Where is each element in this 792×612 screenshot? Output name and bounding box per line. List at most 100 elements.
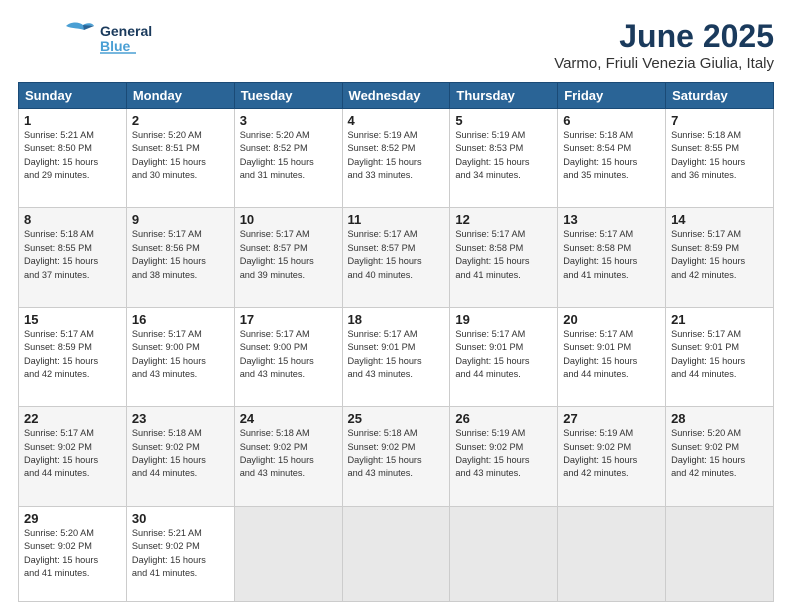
calendar-cell: 12Sunrise: 5:17 AM Sunset: 8:58 PM Dayli… <box>450 208 558 307</box>
calendar-week-row: 1Sunrise: 5:21 AM Sunset: 8:50 PM Daylig… <box>19 109 774 208</box>
day-info: Sunrise: 5:17 AM Sunset: 8:57 PM Dayligh… <box>348 228 445 281</box>
day-info: Sunrise: 5:17 AM Sunset: 8:56 PM Dayligh… <box>132 228 229 281</box>
calendar-cell: 27Sunrise: 5:19 AM Sunset: 9:02 PM Dayli… <box>558 407 666 506</box>
day-number: 17 <box>240 312 337 327</box>
calendar-cell: 13Sunrise: 5:17 AM Sunset: 8:58 PM Dayli… <box>558 208 666 307</box>
calendar-cell <box>342 506 450 601</box>
calendar-cell: 5Sunrise: 5:19 AM Sunset: 8:53 PM Daylig… <box>450 109 558 208</box>
day-number: 27 <box>563 411 660 426</box>
calendar-cell: 22Sunrise: 5:17 AM Sunset: 9:02 PM Dayli… <box>19 407 127 506</box>
calendar-cell: 18Sunrise: 5:17 AM Sunset: 9:01 PM Dayli… <box>342 307 450 406</box>
day-info: Sunrise: 5:17 AM Sunset: 8:57 PM Dayligh… <box>240 228 337 281</box>
day-number: 30 <box>132 511 229 526</box>
calendar-cell: 26Sunrise: 5:19 AM Sunset: 9:02 PM Dayli… <box>450 407 558 506</box>
calendar-cell: 6Sunrise: 5:18 AM Sunset: 8:54 PM Daylig… <box>558 109 666 208</box>
day-info: Sunrise: 5:20 AM Sunset: 9:02 PM Dayligh… <box>24 527 121 580</box>
calendar-cell: 9Sunrise: 5:17 AM Sunset: 8:56 PM Daylig… <box>126 208 234 307</box>
logo-svg: General Blue <box>18 18 158 58</box>
day-number: 12 <box>455 212 552 227</box>
day-number: 28 <box>671 411 768 426</box>
day-number: 8 <box>24 212 121 227</box>
calendar-cell: 24Sunrise: 5:18 AM Sunset: 9:02 PM Dayli… <box>234 407 342 506</box>
day-number: 13 <box>563 212 660 227</box>
day-info: Sunrise: 5:17 AM Sunset: 9:01 PM Dayligh… <box>671 328 768 381</box>
day-number: 9 <box>132 212 229 227</box>
day-number: 14 <box>671 212 768 227</box>
day-info: Sunrise: 5:19 AM Sunset: 9:02 PM Dayligh… <box>563 427 660 480</box>
calendar-cell <box>450 506 558 601</box>
day-info: Sunrise: 5:17 AM Sunset: 9:00 PM Dayligh… <box>132 328 229 381</box>
col-header-tuesday: Tuesday <box>234 83 342 109</box>
calendar-cell: 20Sunrise: 5:17 AM Sunset: 9:01 PM Dayli… <box>558 307 666 406</box>
day-number: 23 <box>132 411 229 426</box>
calendar-cell: 28Sunrise: 5:20 AM Sunset: 9:02 PM Dayli… <box>666 407 774 506</box>
calendar-cell: 4Sunrise: 5:19 AM Sunset: 8:52 PM Daylig… <box>342 109 450 208</box>
calendar-cell: 30Sunrise: 5:21 AM Sunset: 9:02 PM Dayli… <box>126 506 234 601</box>
calendar-cell: 23Sunrise: 5:18 AM Sunset: 9:02 PM Dayli… <box>126 407 234 506</box>
day-number: 4 <box>348 113 445 128</box>
day-info: Sunrise: 5:20 AM Sunset: 8:51 PM Dayligh… <box>132 129 229 182</box>
day-number: 6 <box>563 113 660 128</box>
day-info: Sunrise: 5:17 AM Sunset: 8:59 PM Dayligh… <box>24 328 121 381</box>
day-number: 11 <box>348 212 445 227</box>
day-info: Sunrise: 5:18 AM Sunset: 8:54 PM Dayligh… <box>563 129 660 182</box>
calendar-week-row: 29Sunrise: 5:20 AM Sunset: 9:02 PM Dayli… <box>19 506 774 601</box>
calendar-cell: 1Sunrise: 5:21 AM Sunset: 8:50 PM Daylig… <box>19 109 127 208</box>
title-block: June 2025 Varmo, Friuli Venezia Giulia, … <box>554 18 774 72</box>
day-info: Sunrise: 5:18 AM Sunset: 9:02 PM Dayligh… <box>240 427 337 480</box>
day-info: Sunrise: 5:19 AM Sunset: 8:53 PM Dayligh… <box>455 129 552 182</box>
calendar-cell: 7Sunrise: 5:18 AM Sunset: 8:55 PM Daylig… <box>666 109 774 208</box>
svg-text:Blue: Blue <box>100 38 131 54</box>
col-header-saturday: Saturday <box>666 83 774 109</box>
calendar-cell <box>234 506 342 601</box>
day-number: 10 <box>240 212 337 227</box>
day-number: 16 <box>132 312 229 327</box>
location-title: Varmo, Friuli Venezia Giulia, Italy <box>554 55 774 72</box>
day-number: 25 <box>348 411 445 426</box>
day-info: Sunrise: 5:18 AM Sunset: 9:02 PM Dayligh… <box>348 427 445 480</box>
logo: General Blue <box>18 18 158 58</box>
calendar-cell: 10Sunrise: 5:17 AM Sunset: 8:57 PM Dayli… <box>234 208 342 307</box>
day-info: Sunrise: 5:17 AM Sunset: 9:01 PM Dayligh… <box>455 328 552 381</box>
day-info: Sunrise: 5:21 AM Sunset: 9:02 PM Dayligh… <box>132 527 229 580</box>
calendar-week-row: 8Sunrise: 5:18 AM Sunset: 8:55 PM Daylig… <box>19 208 774 307</box>
col-header-friday: Friday <box>558 83 666 109</box>
day-info: Sunrise: 5:19 AM Sunset: 9:02 PM Dayligh… <box>455 427 552 480</box>
day-number: 7 <box>671 113 768 128</box>
day-info: Sunrise: 5:17 AM Sunset: 9:01 PM Dayligh… <box>348 328 445 381</box>
day-info: Sunrise: 5:17 AM Sunset: 9:02 PM Dayligh… <box>24 427 121 480</box>
col-header-monday: Monday <box>126 83 234 109</box>
day-number: 19 <box>455 312 552 327</box>
day-number: 21 <box>671 312 768 327</box>
calendar-table: SundayMondayTuesdayWednesdayThursdayFrid… <box>18 82 774 602</box>
calendar-cell: 15Sunrise: 5:17 AM Sunset: 8:59 PM Dayli… <box>19 307 127 406</box>
day-info: Sunrise: 5:18 AM Sunset: 8:55 PM Dayligh… <box>671 129 768 182</box>
day-info: Sunrise: 5:18 AM Sunset: 8:55 PM Dayligh… <box>24 228 121 281</box>
calendar-cell <box>666 506 774 601</box>
day-number: 29 <box>24 511 121 526</box>
calendar-cell: 2Sunrise: 5:20 AM Sunset: 8:51 PM Daylig… <box>126 109 234 208</box>
header: General Blue June 2025 Varmo, Friuli Ven… <box>18 18 774 72</box>
day-info: Sunrise: 5:21 AM Sunset: 8:50 PM Dayligh… <box>24 129 121 182</box>
calendar-cell: 8Sunrise: 5:18 AM Sunset: 8:55 PM Daylig… <box>19 208 127 307</box>
day-number: 22 <box>24 411 121 426</box>
day-info: Sunrise: 5:20 AM Sunset: 8:52 PM Dayligh… <box>240 129 337 182</box>
day-info: Sunrise: 5:17 AM Sunset: 8:59 PM Dayligh… <box>671 228 768 281</box>
day-number: 24 <box>240 411 337 426</box>
calendar-cell <box>558 506 666 601</box>
svg-text:General: General <box>100 23 152 39</box>
page: General Blue June 2025 Varmo, Friuli Ven… <box>0 0 792 612</box>
col-header-thursday: Thursday <box>450 83 558 109</box>
day-number: 15 <box>24 312 121 327</box>
day-info: Sunrise: 5:17 AM Sunset: 9:00 PM Dayligh… <box>240 328 337 381</box>
day-info: Sunrise: 5:17 AM Sunset: 9:01 PM Dayligh… <box>563 328 660 381</box>
calendar-cell: 17Sunrise: 5:17 AM Sunset: 9:00 PM Dayli… <box>234 307 342 406</box>
day-info: Sunrise: 5:17 AM Sunset: 8:58 PM Dayligh… <box>563 228 660 281</box>
day-number: 18 <box>348 312 445 327</box>
calendar-cell: 19Sunrise: 5:17 AM Sunset: 9:01 PM Dayli… <box>450 307 558 406</box>
day-info: Sunrise: 5:17 AM Sunset: 8:58 PM Dayligh… <box>455 228 552 281</box>
day-number: 20 <box>563 312 660 327</box>
calendar-cell: 25Sunrise: 5:18 AM Sunset: 9:02 PM Dayli… <box>342 407 450 506</box>
month-title: June 2025 <box>554 18 774 55</box>
col-header-sunday: Sunday <box>19 83 127 109</box>
